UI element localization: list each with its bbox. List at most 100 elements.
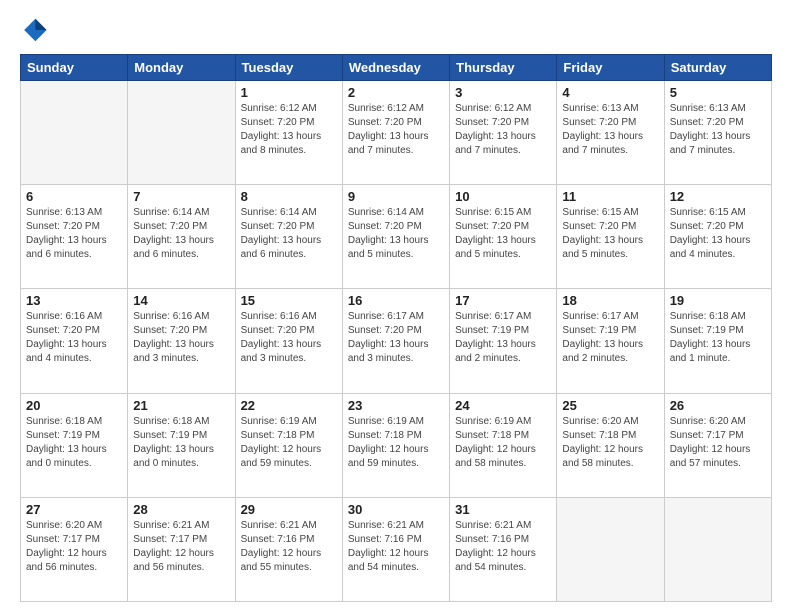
day-number: 2 — [348, 85, 444, 100]
day-info: Sunrise: 6:16 AM Sunset: 7:20 PM Dayligh… — [133, 310, 229, 366]
day-number: 23 — [348, 398, 444, 413]
day-info: Sunrise: 6:21 AM Sunset: 7:16 PM Dayligh… — [348, 519, 444, 575]
day-number: 9 — [348, 189, 444, 204]
calendar-week-2: 6Sunrise: 6:13 AM Sunset: 7:20 PM Daylig… — [21, 185, 772, 289]
calendar-day: 20 Sunrise: 6:18 AM Sunset: 7:19 PM Dayli… — [21, 393, 128, 497]
day-info: Sunrise: 6:12 AM Sunset: 7:20 PM Dayligh… — [241, 102, 337, 158]
day-info: Sunrise: 6:21 AM Sunset: 7:16 PM Dayligh… — [455, 519, 551, 575]
day-number: 8 — [241, 189, 337, 204]
day-info: Sunrise: 6:18 AM Sunset: 7:19 PM Dayligh… — [133, 415, 229, 471]
calendar-day — [557, 497, 664, 601]
day-info: Sunrise: 6:15 AM Sunset: 7:20 PM Dayligh… — [455, 206, 551, 262]
day-info: Sunrise: 6:18 AM Sunset: 7:19 PM Dayligh… — [670, 310, 766, 366]
day-number: 3 — [455, 85, 551, 100]
day-header-tuesday: Tuesday — [235, 55, 342, 81]
day-info: Sunrise: 6:17 AM Sunset: 7:19 PM Dayligh… — [455, 310, 551, 366]
calendar-day: 7 Sunrise: 6:14 AM Sunset: 7:20 PM Daylig… — [128, 185, 235, 289]
calendar-day: 23 Sunrise: 6:19 AM Sunset: 7:18 PM Dayli… — [342, 393, 449, 497]
day-number: 11 — [562, 189, 658, 204]
day-info: Sunrise: 6:19 AM Sunset: 7:18 PM Dayligh… — [348, 415, 444, 471]
day-info: Sunrise: 6:21 AM Sunset: 7:16 PM Dayligh… — [241, 519, 337, 575]
day-info: Sunrise: 6:16 AM Sunset: 7:20 PM Dayligh… — [26, 310, 122, 366]
day-number: 16 — [348, 293, 444, 308]
day-number: 20 — [26, 398, 122, 413]
calendar-day: 6Sunrise: 6:13 AM Sunset: 7:20 PM Daylig… — [21, 185, 128, 289]
day-info: Sunrise: 6:15 AM Sunset: 7:20 PM Dayligh… — [670, 206, 766, 262]
calendar-table: SundayMondayTuesdayWednesdayThursdayFrid… — [20, 54, 772, 602]
logo — [20, 16, 50, 44]
calendar-day: 26 Sunrise: 6:20 AM Sunset: 7:17 PM Dayli… — [664, 393, 771, 497]
calendar-day: 24 Sunrise: 6:19 AM Sunset: 7:18 PM Dayli… — [450, 393, 557, 497]
day-info: Sunrise: 6:14 AM Sunset: 7:20 PM Dayligh… — [133, 206, 229, 262]
calendar-day: 5Sunrise: 6:13 AM Sunset: 7:20 PM Daylig… — [664, 81, 771, 185]
day-info: Sunrise: 6:12 AM Sunset: 7:20 PM Dayligh… — [455, 102, 551, 158]
calendar-week-4: 20 Sunrise: 6:18 AM Sunset: 7:19 PM Dayli… — [21, 393, 772, 497]
calendar-day: 8 Sunrise: 6:14 AM Sunset: 7:20 PM Daylig… — [235, 185, 342, 289]
day-header-saturday: Saturday — [664, 55, 771, 81]
day-number: 1 — [241, 85, 337, 100]
calendar-day: 9 Sunrise: 6:14 AM Sunset: 7:20 PM Daylig… — [342, 185, 449, 289]
day-info: Sunrise: 6:13 AM Sunset: 7:20 PM Dayligh… — [562, 102, 658, 158]
day-number: 15 — [241, 293, 337, 308]
calendar-day: 16 Sunrise: 6:17 AM Sunset: 7:20 PM Dayli… — [342, 289, 449, 393]
calendar-day: 2 Sunrise: 6:12 AM Sunset: 7:20 PM Daylig… — [342, 81, 449, 185]
day-number: 25 — [562, 398, 658, 413]
day-info: Sunrise: 6:18 AM Sunset: 7:19 PM Dayligh… — [26, 415, 122, 471]
day-info: Sunrise: 6:21 AM Sunset: 7:17 PM Dayligh… — [133, 519, 229, 575]
day-number: 18 — [562, 293, 658, 308]
calendar-week-5: 27Sunrise: 6:20 AM Sunset: 7:17 PM Dayli… — [21, 497, 772, 601]
calendar-day: 14 Sunrise: 6:16 AM Sunset: 7:20 PM Dayli… — [128, 289, 235, 393]
day-info: Sunrise: 6:13 AM Sunset: 7:20 PM Dayligh… — [26, 206, 122, 262]
calendar-day — [664, 497, 771, 601]
day-number: 14 — [133, 293, 229, 308]
day-number: 10 — [455, 189, 551, 204]
calendar-day: 21 Sunrise: 6:18 AM Sunset: 7:19 PM Dayli… — [128, 393, 235, 497]
day-number: 21 — [133, 398, 229, 413]
day-number: 31 — [455, 502, 551, 517]
day-info: Sunrise: 6:17 AM Sunset: 7:19 PM Dayligh… — [562, 310, 658, 366]
day-info: Sunrise: 6:12 AM Sunset: 7:20 PM Dayligh… — [348, 102, 444, 158]
day-info: Sunrise: 6:17 AM Sunset: 7:20 PM Dayligh… — [348, 310, 444, 366]
logo-icon — [20, 16, 48, 44]
day-info: Sunrise: 6:14 AM Sunset: 7:20 PM Dayligh… — [348, 206, 444, 262]
page: SundayMondayTuesdayWednesdayThursdayFrid… — [0, 0, 792, 612]
calendar-day: 28 Sunrise: 6:21 AM Sunset: 7:17 PM Dayli… — [128, 497, 235, 601]
day-number: 12 — [670, 189, 766, 204]
calendar-day: 15Sunrise: 6:16 AM Sunset: 7:20 PM Dayli… — [235, 289, 342, 393]
day-number: 24 — [455, 398, 551, 413]
day-header-monday: Monday — [128, 55, 235, 81]
day-info: Sunrise: 6:20 AM Sunset: 7:17 PM Dayligh… — [670, 415, 766, 471]
calendar-day: 22Sunrise: 6:19 AM Sunset: 7:18 PM Dayli… — [235, 393, 342, 497]
calendar-day: 10 Sunrise: 6:15 AM Sunset: 7:20 PM Dayli… — [450, 185, 557, 289]
calendar-week-3: 13Sunrise: 6:16 AM Sunset: 7:20 PM Dayli… — [21, 289, 772, 393]
header — [20, 16, 772, 44]
day-number: 29 — [241, 502, 337, 517]
day-info: Sunrise: 6:19 AM Sunset: 7:18 PM Dayligh… — [455, 415, 551, 471]
calendar-day: 3 Sunrise: 6:12 AM Sunset: 7:20 PM Daylig… — [450, 81, 557, 185]
day-number: 7 — [133, 189, 229, 204]
day-number: 19 — [670, 293, 766, 308]
calendar-day: 31 Sunrise: 6:21 AM Sunset: 7:16 PM Dayli… — [450, 497, 557, 601]
calendar-day: 1 Sunrise: 6:12 AM Sunset: 7:20 PM Daylig… — [235, 81, 342, 185]
calendar-day: 29 Sunrise: 6:21 AM Sunset: 7:16 PM Dayli… — [235, 497, 342, 601]
day-header-friday: Friday — [557, 55, 664, 81]
day-info: Sunrise: 6:20 AM Sunset: 7:17 PM Dayligh… — [26, 519, 122, 575]
day-number: 17 — [455, 293, 551, 308]
day-info: Sunrise: 6:15 AM Sunset: 7:20 PM Dayligh… — [562, 206, 658, 262]
calendar-day: 11 Sunrise: 6:15 AM Sunset: 7:20 PM Dayli… — [557, 185, 664, 289]
day-header-thursday: Thursday — [450, 55, 557, 81]
day-number: 22 — [241, 398, 337, 413]
calendar-day: 18 Sunrise: 6:17 AM Sunset: 7:19 PM Dayli… — [557, 289, 664, 393]
calendar-day: 17 Sunrise: 6:17 AM Sunset: 7:19 PM Dayli… — [450, 289, 557, 393]
calendar-header-row: SundayMondayTuesdayWednesdayThursdayFrid… — [21, 55, 772, 81]
calendar-day: 12 Sunrise: 6:15 AM Sunset: 7:20 PM Dayli… — [664, 185, 771, 289]
day-info: Sunrise: 6:14 AM Sunset: 7:20 PM Dayligh… — [241, 206, 337, 262]
calendar-day: 13Sunrise: 6:16 AM Sunset: 7:20 PM Dayli… — [21, 289, 128, 393]
calendar-day — [128, 81, 235, 185]
day-number: 30 — [348, 502, 444, 517]
day-info: Sunrise: 6:20 AM Sunset: 7:18 PM Dayligh… — [562, 415, 658, 471]
day-number: 26 — [670, 398, 766, 413]
calendar-day: 4Sunrise: 6:13 AM Sunset: 7:20 PM Daylig… — [557, 81, 664, 185]
calendar-day — [21, 81, 128, 185]
day-number: 28 — [133, 502, 229, 517]
